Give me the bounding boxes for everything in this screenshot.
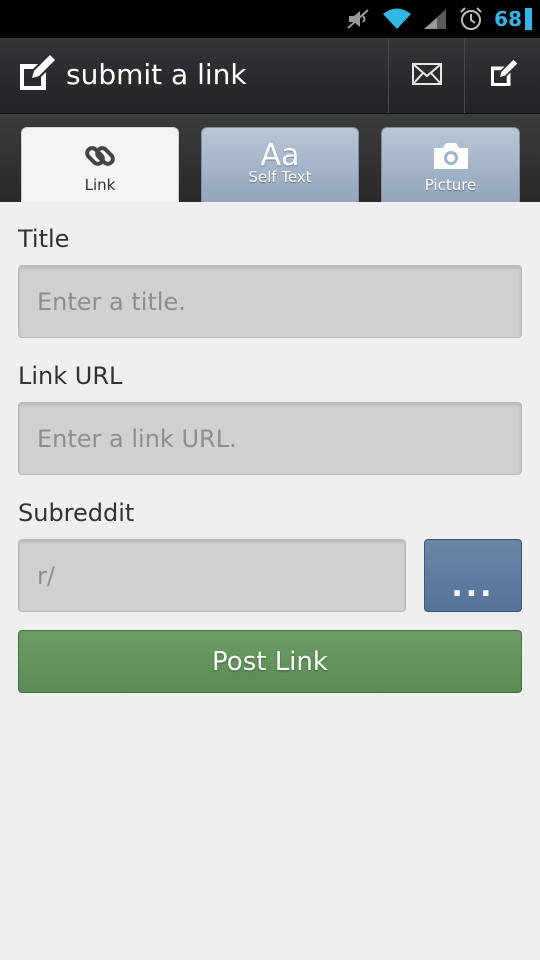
- tab-label: Link: [84, 176, 116, 194]
- tab-picture[interactable]: Picture: [381, 127, 520, 202]
- subreddit-label: Subreddit: [18, 499, 135, 527]
- compose-icon: [488, 59, 518, 93]
- tab-label: Self Text: [248, 168, 312, 186]
- action-bar: submit a link: [0, 38, 540, 114]
- camera-icon: [432, 138, 470, 174]
- battery-level: 68: [494, 7, 522, 31]
- tab-self-text[interactable]: Aa Self Text: [201, 127, 359, 202]
- mail-icon: [411, 62, 442, 89]
- status-bar: 68: [0, 0, 540, 38]
- tab-label: Picture: [424, 176, 477, 194]
- battery-icon: [525, 8, 532, 30]
- inbox-button[interactable]: [388, 38, 464, 113]
- title-input[interactable]: [18, 265, 522, 338]
- wifi-icon: [382, 7, 412, 31]
- signal-icon: [422, 7, 448, 31]
- compose-button[interactable]: [464, 38, 540, 113]
- post-link-button[interactable]: Post Link: [18, 630, 522, 693]
- battery-indicator: 68: [494, 7, 532, 31]
- tab-link[interactable]: Link: [21, 127, 179, 202]
- muted-icon: [346, 7, 372, 31]
- subreddit-input[interactable]: [18, 539, 406, 612]
- subreddit-picker-button[interactable]: ...: [424, 539, 522, 612]
- title-label: Title: [18, 225, 70, 253]
- link-url-input[interactable]: [18, 402, 522, 475]
- link-url-label: Link URL: [18, 362, 123, 390]
- alarm-icon: [458, 6, 484, 32]
- page-title: submit a link: [66, 58, 247, 91]
- link-icon: [83, 138, 117, 174]
- tab-strip: Link Aa Self Text Picture: [0, 114, 540, 202]
- compose-icon[interactable]: [16, 54, 56, 94]
